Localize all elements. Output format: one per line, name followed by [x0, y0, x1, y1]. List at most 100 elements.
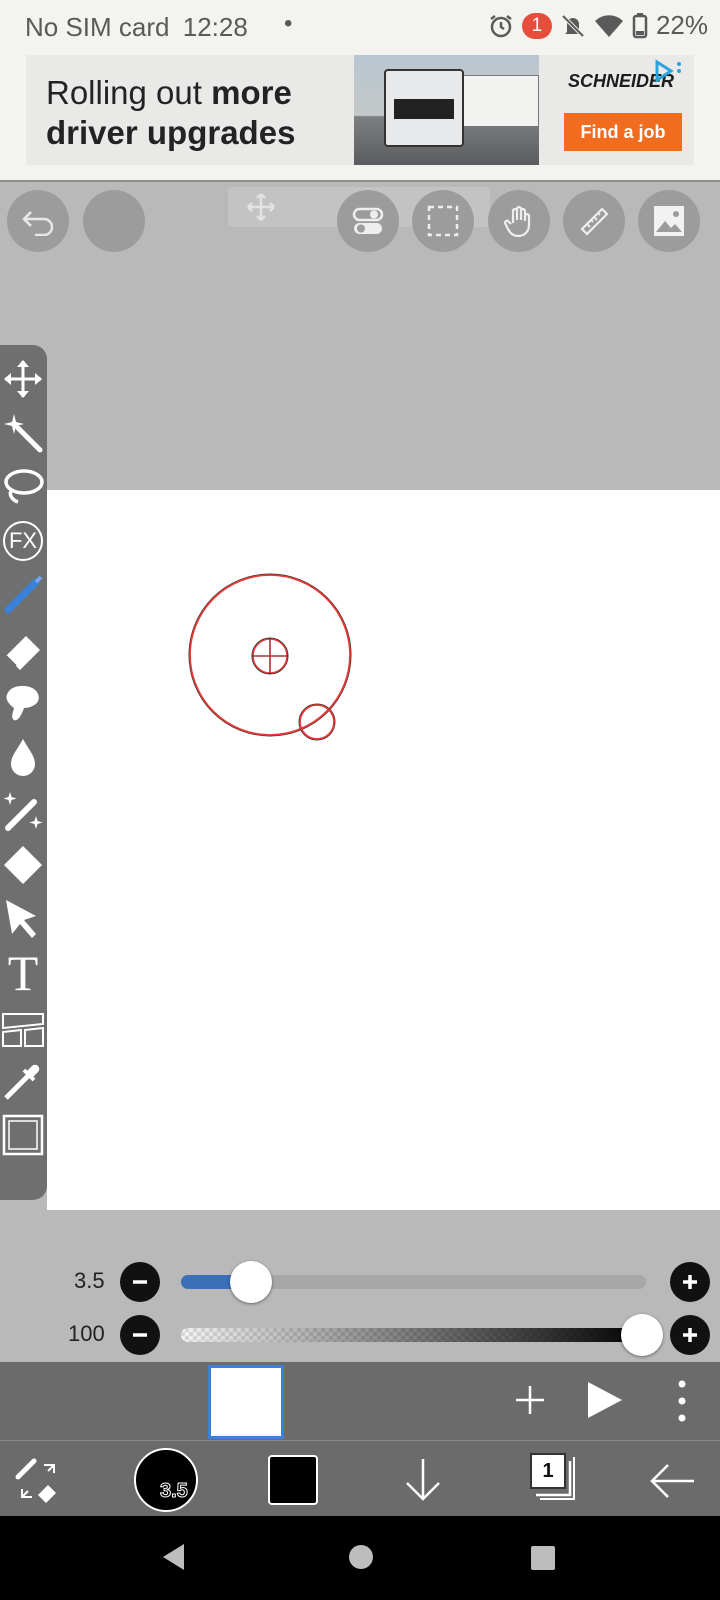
bottom-toolbar: 3.5 1: [0, 1440, 720, 1516]
tool-frame-divider[interactable]: [0, 1000, 46, 1054]
eraser-icon: [5, 636, 40, 670]
tool-smudge[interactable]: [0, 676, 46, 730]
opacity-slider-thumb[interactable]: [621, 1314, 663, 1356]
tool-canvas[interactable]: [0, 1108, 46, 1162]
carrier-label: No SIM card: [25, 12, 170, 42]
color-swatch[interactable]: [268, 1455, 318, 1505]
nav-home-icon: [349, 1545, 373, 1569]
size-increase-button[interactable]: [670, 1262, 710, 1302]
system-nav-bar: [0, 1516, 720, 1600]
wifi-icon: [594, 14, 623, 37]
move-icon: [247, 193, 275, 221]
selection-button[interactable]: [412, 190, 474, 252]
time-label: 12:28: [182, 12, 248, 42]
status-bar: No SIM card 12:28 • 1 22%: [0, 0, 720, 52]
nav-recents-button[interactable]: [530, 1545, 556, 1571]
ruler-icon: [580, 207, 609, 236]
tool-magic-wand[interactable]: [0, 406, 46, 460]
select-arrow-icon: [6, 900, 36, 938]
nav-home-button[interactable]: [348, 1544, 374, 1570]
size-slider-thumb[interactable]: [229, 1261, 272, 1303]
tool-select-arrow[interactable]: [0, 892, 46, 946]
undo-button[interactable]: [7, 190, 69, 252]
layer-count: 1: [530, 1453, 566, 1489]
toggle-icon: [352, 207, 384, 234]
size-slider-fill: [181, 1275, 237, 1289]
brush-size-button[interactable]: 3.5: [134, 1448, 198, 1512]
ruler-button[interactable]: [563, 190, 625, 252]
arrow-left-icon: [650, 1464, 694, 1498]
sparkle-brush-icon: [3, 792, 43, 831]
plus-icon: [516, 1386, 544, 1414]
ad-content[interactable]: Rolling out more driver upgrades SCHNEID…: [26, 55, 694, 165]
nav-back-button[interactable]: [160, 1542, 188, 1572]
tool-fill[interactable]: [0, 838, 46, 892]
image-button[interactable]: [638, 190, 700, 252]
add-frame-button[interactable]: [512, 1382, 548, 1418]
brush-cursor: [188, 573, 352, 741]
redo-button[interactable]: [83, 190, 145, 252]
undo-icon: [22, 211, 54, 236]
top-toolbar: [0, 180, 720, 480]
tool-fx[interactable]: FX: [0, 514, 46, 568]
nav-back-icon: [163, 1544, 184, 1570]
back-button[interactable]: [648, 1461, 698, 1501]
plus-icon: [683, 1275, 697, 1289]
ad-cta-button[interactable]: Find a job: [564, 113, 682, 151]
ad-headline: Rolling out more driver upgrades: [46, 73, 295, 153]
notification-badge: 1: [521, 12, 552, 39]
plus-icon: [683, 1328, 697, 1342]
brush-controls: 3.5 100: [0, 1210, 720, 1362]
alarm-icon: [490, 14, 512, 37]
eyedropper-icon: [4, 1064, 40, 1100]
hand-button[interactable]: [488, 190, 550, 252]
ad-choices-icon[interactable]: [648, 57, 688, 85]
status-icons: 1 22%: [488, 10, 708, 41]
magic-wand-icon: [4, 414, 43, 453]
swap-tool-button[interactable]: [14, 1457, 62, 1505]
fx-label: FX: [8, 528, 38, 553]
image-icon: [654, 206, 684, 236]
opacity-increase-button[interactable]: [670, 1315, 710, 1355]
tool-brush[interactable]: [0, 568, 46, 622]
tool-move[interactable]: [0, 352, 46, 406]
minus-icon: [133, 1280, 147, 1284]
mute-icon: [561, 14, 585, 37]
brush-size-label: 3.5: [160, 1480, 189, 1503]
fill-icon: [4, 846, 42, 884]
tool-lasso[interactable]: [0, 460, 46, 514]
tool-eraser[interactable]: [0, 622, 46, 676]
frame-thumbnail[interactable]: [208, 1365, 284, 1439]
frame-divider-icon: [2, 1013, 44, 1047]
carrier-time: No SIM card 12:28: [25, 12, 248, 43]
ad-line2-bold: driver upgrades: [46, 114, 296, 151]
blur-icon: [11, 739, 35, 776]
hand-icon: [503, 205, 531, 238]
battery-percent: 22%: [655, 10, 708, 40]
fx-icon: FX: [3, 521, 43, 561]
brush-eraser-swap-icon: [15, 1458, 56, 1503]
canvas-icon: [2, 1114, 44, 1156]
tool-eyedropper[interactable]: [0, 1054, 46, 1108]
opacity-slider-track[interactable]: [181, 1328, 646, 1342]
lasso-icon: [4, 469, 44, 504]
ad-line1-bold: more: [211, 74, 292, 111]
download-button[interactable]: [403, 1455, 443, 1505]
tool-sparkle-brush[interactable]: [0, 784, 46, 838]
brush-size-value: 3.5: [74, 1268, 105, 1293]
play-button[interactable]: [584, 1379, 624, 1421]
ad-banner[interactable]: Rolling out more driver upgrades SCHNEID…: [0, 52, 720, 180]
ad-truck-image: [354, 55, 539, 165]
layers-button[interactable]: 1: [530, 1453, 576, 1500]
tool-blur[interactable]: [0, 730, 46, 784]
move-icon: [4, 360, 42, 398]
opacity-decrease-button[interactable]: [120, 1315, 160, 1355]
more-menu-button[interactable]: [672, 1379, 692, 1423]
text-icon: T: [7, 945, 39, 1001]
drawing-canvas[interactable]: [47, 490, 720, 1210]
size-decrease-button[interactable]: [120, 1262, 160, 1302]
tool-text[interactable]: T: [0, 946, 46, 1000]
frame-strip: [0, 1362, 720, 1440]
toggle-button[interactable]: [337, 190, 399, 252]
ad-line1-normal: Rolling out: [46, 74, 212, 111]
